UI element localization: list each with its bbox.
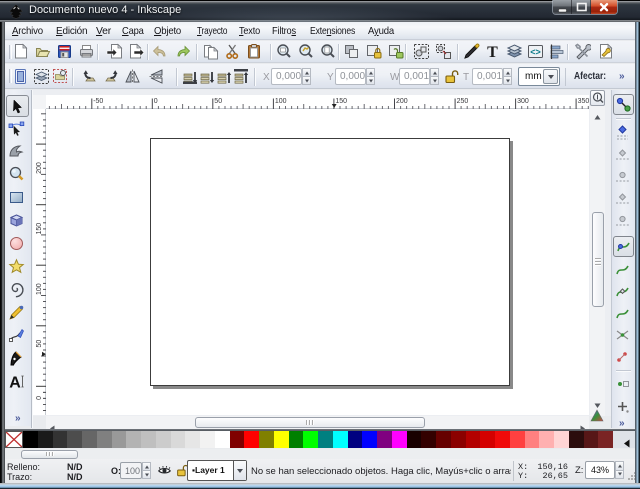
svg-text:250: 250 [457,98,469,105]
svg-text:-50: -50 [93,98,103,105]
svg-text:150: 150 [36,223,43,235]
svg-text:200: 200 [396,98,408,105]
svg-text:150: 150 [335,98,347,105]
svg-text:50: 50 [36,340,43,348]
svg-text:200: 200 [36,162,43,174]
svg-text:A: A [9,375,21,391]
svg-text:T: T [487,44,498,60]
svg-text:<>: <> [530,47,541,57]
svg-text:100: 100 [36,283,43,295]
svg-text:300: 300 [517,98,529,105]
svg-text:0: 0 [154,98,158,105]
svg-text:50: 50 [214,98,222,105]
svg-text:350: 350 [578,98,589,105]
svg-text:100: 100 [275,98,287,105]
svg-text:0: 0 [36,396,43,400]
